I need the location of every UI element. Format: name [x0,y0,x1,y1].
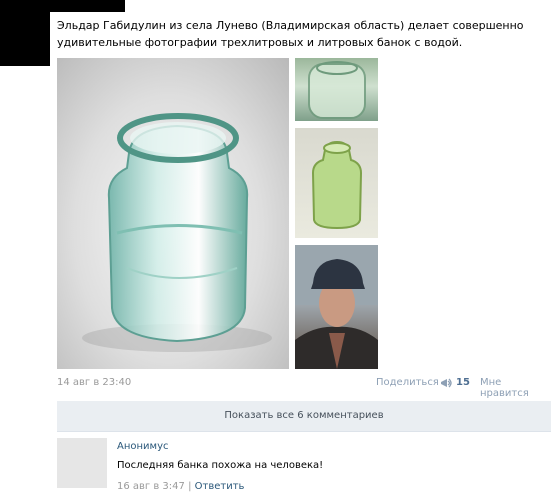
show-all-comments-button[interactable]: Показать все 6 комментариев [57,401,551,431]
comment-meta-separator: | [188,481,192,492]
avatar[interactable] [57,438,107,488]
share-count: 15 [456,377,470,388]
redaction-tab [50,0,125,12]
comment-author[interactable]: Анонимус [117,441,169,452]
photo-jar-thumb-2[interactable] [295,128,378,238]
man-portrait-illustration [295,245,378,369]
comment-date[interactable]: 16 авг в 3:47 [117,481,185,492]
like-button[interactable]: Мне нравится [480,377,551,399]
photo-man-thumb[interactable] [295,245,378,369]
megaphone-icon[interactable] [440,378,453,388]
reply-link[interactable]: Ответить [195,481,245,492]
comment-meta: 16 авг в 3:47 | Ответить [117,481,244,492]
jar-thumb-illustration [311,140,363,230]
post-date[interactable]: 14 авг в 23:40 [57,377,131,388]
post-meta-row: 14 авг в 23:40 Поделиться 15 Мне нравитс… [57,377,551,399]
share-button[interactable]: Поделиться [376,377,439,388]
jar-thumb-illustration [308,61,366,119]
photo-jar-large[interactable] [57,58,289,369]
redaction-block [0,0,50,66]
post-text: Эльдар Габидулин из села Лунево (Владими… [57,19,524,49]
jar-illustration [82,113,272,352]
photo-jar-thumb-1[interactable] [295,58,378,121]
comment-text: Последняя банка похожа на человека! [117,460,324,471]
comment-divider [57,431,551,432]
